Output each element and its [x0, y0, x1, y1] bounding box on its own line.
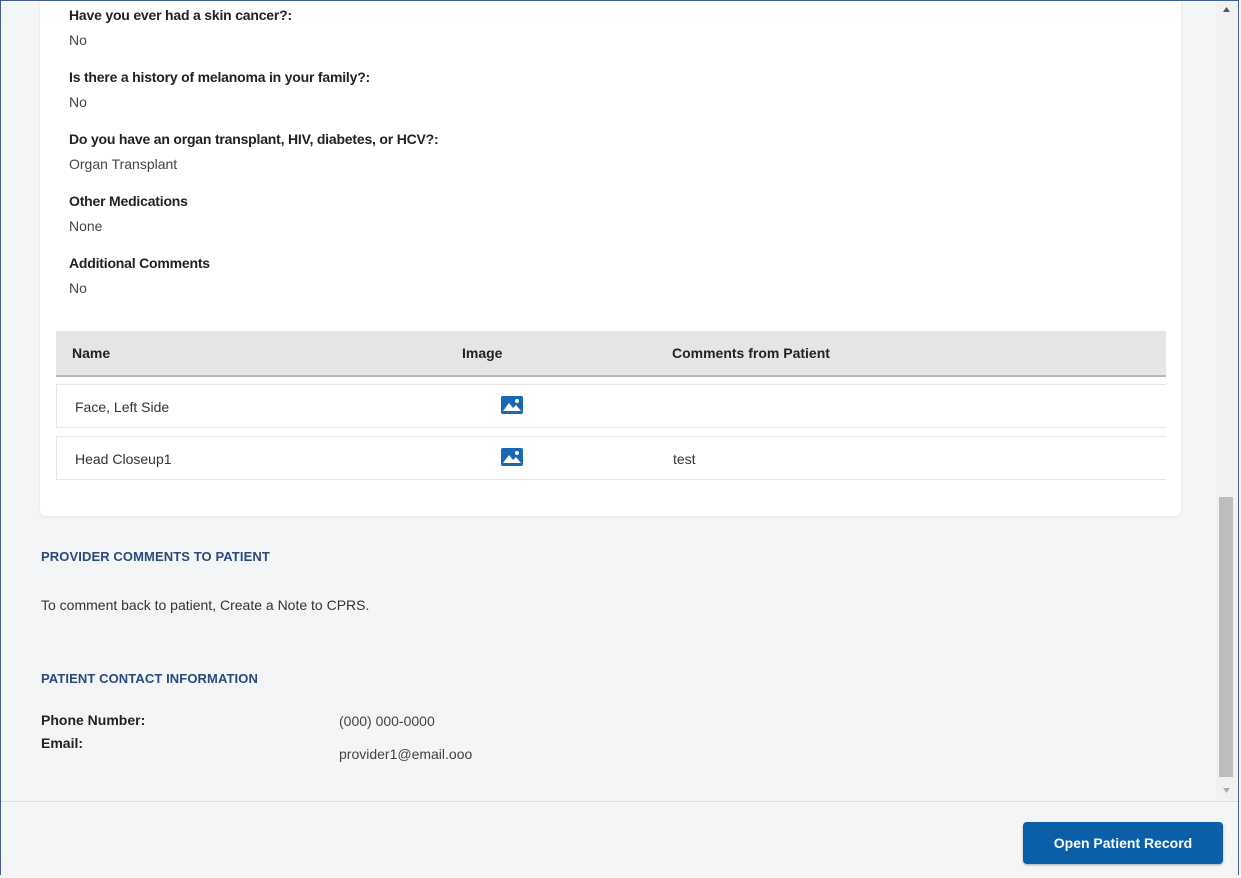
question-label: Other Medications	[69, 193, 188, 209]
phone-label: Phone Number:	[41, 712, 146, 728]
email-value: provider1@email.ooo	[339, 746, 473, 762]
vertical-scrollbar[interactable]	[1216, 1, 1237, 799]
question-item: Do you have an organ transplant, HIV, di…	[69, 131, 439, 172]
question-label: Do you have an organ transplant, HIV, di…	[69, 131, 439, 147]
answer-value: No	[69, 280, 87, 296]
scroll-content: Have you ever had a skin cancer?: No Is …	[1, 1, 1216, 799]
images-table-header: Name Image Comments from Patient	[56, 331, 1166, 377]
contact-info-heading: PATIENT CONTACT INFORMATION	[41, 671, 258, 686]
column-header-name: Name	[72, 345, 111, 361]
scrollbar-thumb[interactable]	[1219, 497, 1233, 777]
question-item: Is there a history of melanoma in your f…	[69, 69, 370, 110]
answer-value: None	[69, 218, 103, 234]
row-name: Head Closeup1	[75, 451, 172, 467]
answer-value: Organ Transplant	[69, 156, 178, 172]
row-comment: test	[673, 451, 696, 467]
answer-value: No	[69, 94, 87, 110]
provider-comments-heading: PROVIDER COMMENTS TO PATIENT	[41, 549, 270, 564]
table-row: Head Closeup1 test	[56, 436, 1166, 480]
open-patient-record-button[interactable]: Open Patient Record	[1023, 822, 1223, 864]
row-name: Face, Left Side	[75, 399, 170, 415]
answer-value: No	[69, 32, 87, 48]
phone-value: (000) 000-0000	[339, 713, 435, 729]
image-icon[interactable]	[501, 396, 523, 414]
column-header-image: Image	[462, 345, 503, 361]
scroll-down-arrow-icon[interactable]	[1216, 782, 1237, 799]
dialog-footer: Open Patient Record	[1, 801, 1238, 878]
column-header-comments: Comments from Patient	[672, 345, 830, 361]
question-item: Have you ever had a skin cancer?: No	[69, 7, 292, 48]
question-label: Have you ever had a skin cancer?:	[69, 7, 292, 23]
scroll-up-arrow-icon[interactable]	[1216, 1, 1237, 18]
question-label: Is there a history of melanoma in your f…	[69, 69, 371, 85]
table-row: Face, Left Side	[56, 384, 1166, 428]
image-icon[interactable]	[501, 448, 523, 466]
question-item: Additional Comments No	[69, 255, 210, 296]
email-label: Email:	[41, 735, 84, 751]
question-label: Additional Comments	[69, 255, 210, 271]
provider-comments-text: To comment back to patient, Create a Not…	[41, 597, 370, 613]
questionnaire-card: Have you ever had a skin cancer?: No Is …	[40, 1, 1181, 516]
question-item: Other Medications None	[69, 193, 188, 234]
